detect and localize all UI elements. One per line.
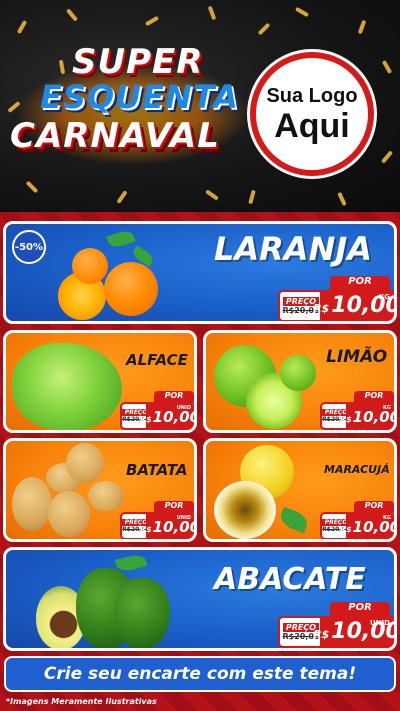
por-label: POR xyxy=(354,391,394,402)
por-label: POR xyxy=(154,391,194,402)
price-tag: POR PREÇO R$20,00 R$ 10,00 UNID xyxy=(278,602,394,648)
event-title: SUPER ESQUENTA CARNAVAL xyxy=(10,42,255,172)
title-line-2: ESQUENTA xyxy=(40,78,239,116)
discount-badge: -50% xyxy=(12,230,46,264)
product-card-abacate: ABACATE POR PREÇO R$20,00 R$ 10,00 UNID xyxy=(3,547,397,651)
por-label: POR xyxy=(154,501,194,512)
price-tag: POR PREÇO R$20,00 R$ 10,00 UNID xyxy=(120,391,194,430)
unit-label: KG xyxy=(383,515,391,521)
product-card-alface: ALFACE POR PREÇO R$20,00 R$ 10,00 UNID xyxy=(3,330,197,433)
logo-text-line-2: Aqui xyxy=(274,106,350,145)
product-name: LARANJA xyxy=(214,230,373,268)
flyer: SUPER ESQUENTA CARNAVAL Sua Logo Aqui -5… xyxy=(0,0,400,711)
price-tag: POR PREÇO R$20,00 R$ 10,00 KG xyxy=(278,276,394,321)
orange-image-2 xyxy=(72,248,108,284)
cta-banner[interactable]: Crie seu encarte com este tema! xyxy=(4,656,396,692)
product-name: BATATA xyxy=(126,461,188,479)
product-name: LIMÃO xyxy=(326,347,388,367)
unit-label: UNID xyxy=(176,405,191,411)
lettuce-image xyxy=(12,343,122,430)
por-label: POR xyxy=(330,602,390,616)
orange-image xyxy=(104,262,158,316)
currency: R$ xyxy=(313,628,330,641)
product-card-laranja: -50% LARANJA POR PREÇO R$20,00 R$ 10,00 … xyxy=(3,221,397,324)
title-line-3: CARNAVAL xyxy=(10,116,220,156)
passionfruit-half-image xyxy=(214,481,276,539)
product-card-limao: LIMÃO POR PREÇO R$20,00 R$ 10,00 KG xyxy=(203,330,397,433)
unit-label: KG xyxy=(383,405,391,411)
logo-placeholder: Sua Logo Aqui xyxy=(250,52,374,176)
por-label: POR xyxy=(330,276,390,290)
potato-image xyxy=(12,477,52,531)
product-name: ABACATE xyxy=(214,562,366,597)
title-line-1: SUPER xyxy=(72,42,204,82)
unit-label: UNID xyxy=(176,515,191,521)
product-name: MARACUJÁ xyxy=(324,463,390,476)
price-tag: POR PREÇO R$20,00 R$ 10,00 UNID xyxy=(120,501,194,539)
por-label: POR xyxy=(354,501,394,512)
product-name: ALFACE xyxy=(126,351,188,369)
product-card-maracuja: MARACUJÁ POR PREÇO R$20,00 R$ 10,00 KG xyxy=(203,438,397,542)
unit-label: UNID xyxy=(370,619,390,627)
logo-text-line-1: Sua Logo xyxy=(266,84,358,107)
unit-label: KG xyxy=(378,293,390,301)
currency: R$ xyxy=(313,302,330,315)
footnote: *Imagens Meramente Ilustrativas xyxy=(6,697,157,706)
header-banner: SUPER ESQUENTA CARNAVAL Sua Logo Aqui xyxy=(0,0,400,212)
currency: R$ xyxy=(139,525,152,534)
price-tag: POR PREÇO R$20,00 R$ 10,00 KG xyxy=(320,391,394,430)
product-card-batata: BATATA POR PREÇO R$20,00 R$ 10,00 UNID xyxy=(3,438,197,542)
price-tag: POR PREÇO R$20,00 R$ 10,00 KG xyxy=(320,501,394,539)
currency: R$ xyxy=(339,525,352,534)
currency: R$ xyxy=(339,415,352,424)
currency: R$ xyxy=(139,415,152,424)
